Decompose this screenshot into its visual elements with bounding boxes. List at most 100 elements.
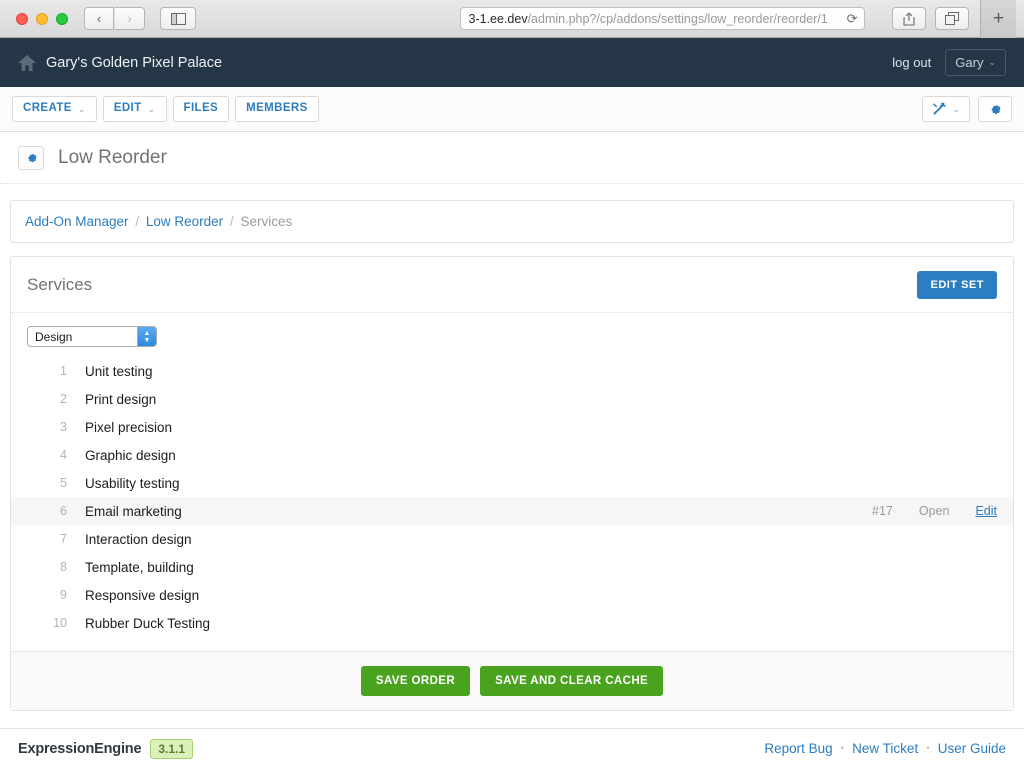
toolbar-members-label: MEMBERS bbox=[246, 102, 308, 115]
tabs-glyph bbox=[945, 12, 959, 25]
table-row[interactable]: 7 Interaction design bbox=[11, 525, 1013, 553]
page-title-bar: Low Reorder bbox=[0, 132, 1024, 184]
new-tab-button[interactable]: + bbox=[980, 0, 1016, 38]
report-bug-link[interactable]: Report Bug bbox=[764, 741, 832, 756]
row-number: 2 bbox=[60, 392, 67, 406]
reload-icon[interactable]: ⟳ bbox=[843, 11, 858, 27]
table-row[interactable]: 8 Template, building bbox=[11, 553, 1013, 581]
browser-chrome: ‹ › ① 3-1.ee.dev/admin.php?/cp/addons/se… bbox=[0, 0, 1024, 38]
row-number: 3 bbox=[60, 420, 67, 434]
toolbar-edit-button[interactable]: EDIT ⌄ bbox=[102, 96, 167, 122]
services-panel: Services EDIT SET Design ▲ ▼ 1 Unit test… bbox=[10, 256, 1014, 711]
user-menu[interactable]: Gary ⌄ bbox=[945, 49, 1006, 76]
breadcrumb-separator: / bbox=[135, 214, 140, 229]
breadcrumb: Add-On Manager / Low Reorder / Services bbox=[10, 200, 1014, 243]
row-number: 1 bbox=[60, 364, 67, 378]
toolbar-members-button[interactable]: MEMBERS bbox=[235, 96, 319, 122]
row-label: Email marketing bbox=[85, 503, 182, 519]
footer-separator: • bbox=[926, 743, 930, 754]
user-menu-label: Gary bbox=[955, 55, 984, 70]
row-label: Graphic design bbox=[85, 447, 176, 463]
row-number: 10 bbox=[53, 616, 67, 630]
app-footer: ExpressionEngine 3.1.1 Report Bug • New … bbox=[0, 728, 1024, 768]
set-select[interactable]: Design ▲ ▼ bbox=[27, 326, 157, 347]
gear-icon bbox=[991, 105, 1001, 114]
panel-title: Services bbox=[27, 275, 93, 294]
maximize-window-button[interactable] bbox=[56, 12, 68, 25]
forward-icon[interactable]: › bbox=[115, 7, 145, 30]
panel-footer: SAVE ORDER SAVE AND CLEAR CACHE bbox=[11, 651, 1013, 710]
table-row[interactable]: 5 Usability testing bbox=[11, 469, 1013, 497]
site-name: Gary's Golden Pixel Palace bbox=[46, 54, 223, 71]
breadcrumb-item-services: Services bbox=[240, 214, 293, 229]
table-row[interactable]: 9 Responsive design bbox=[11, 581, 1013, 609]
row-label: Usability testing bbox=[85, 475, 180, 491]
breadcrumb-separator: / bbox=[229, 214, 234, 229]
nav-buttons: ‹ › bbox=[84, 7, 146, 30]
settings-button[interactable] bbox=[978, 96, 1012, 122]
row-entry-id: #17 bbox=[872, 504, 893, 518]
table-row[interactable]: 2 Print design bbox=[11, 385, 1013, 413]
table-row[interactable]: 4 Graphic design bbox=[11, 441, 1013, 469]
breadcrumb-item-low-reorder[interactable]: Low Reorder bbox=[146, 214, 223, 229]
row-label: Interaction design bbox=[85, 531, 192, 547]
toolbar-right: ⌄ bbox=[922, 96, 1012, 122]
table-row[interactable]: 10 Rubber Duck Testing bbox=[11, 609, 1013, 637]
footer-links: Report Bug • New Ticket • User Guide bbox=[764, 741, 1006, 756]
table-row[interactable]: 3 Pixel precision bbox=[11, 413, 1013, 441]
row-number: 9 bbox=[60, 588, 67, 602]
reorder-list: 1 Unit testing 2 Print design 3 Pixel pr… bbox=[11, 353, 1013, 651]
page-gear-icon bbox=[18, 145, 44, 170]
show-tabs-icon[interactable] bbox=[935, 7, 969, 30]
row-meta: #17 Open Edit bbox=[872, 504, 997, 518]
logout-link[interactable]: log out bbox=[892, 55, 931, 70]
developer-tools-button[interactable]: ⌄ bbox=[922, 96, 970, 122]
row-label: Template, building bbox=[85, 559, 194, 575]
url-path: /admin.php?/cp/addons/settings/low_reord… bbox=[527, 11, 828, 26]
url-domain: 3-1.ee.dev bbox=[468, 11, 528, 26]
close-window-button[interactable] bbox=[16, 12, 28, 25]
row-number: 8 bbox=[60, 560, 67, 574]
wrench-icon bbox=[933, 102, 947, 115]
home-icon[interactable] bbox=[18, 54, 36, 71]
toolbar-files-button[interactable]: FILES bbox=[172, 96, 230, 122]
breadcrumb-item-addon-manager[interactable]: Add-On Manager bbox=[25, 214, 129, 229]
chevron-down-icon: ⌄ bbox=[988, 57, 996, 67]
chevron-up-glyph: ▲ bbox=[143, 329, 151, 337]
toolbar-edit-label: EDIT bbox=[113, 102, 142, 115]
table-row-active[interactable]: 6 Email marketing #17 Open Edit bbox=[11, 497, 1013, 525]
app-header: Gary's Golden Pixel Palace log out Gary … bbox=[0, 38, 1024, 87]
row-label: Print design bbox=[85, 391, 157, 407]
row-edit-link[interactable]: Edit bbox=[975, 504, 997, 518]
window-traffic-lights bbox=[16, 12, 68, 25]
toolbar-create-button[interactable]: CREATE ⌄ bbox=[12, 96, 97, 122]
panel-header: Services EDIT SET bbox=[11, 257, 1013, 313]
table-row[interactable]: 1 Unit testing bbox=[11, 357, 1013, 385]
chrome-right-buttons: + bbox=[884, 0, 1016, 38]
row-label: Unit testing bbox=[85, 363, 153, 379]
toolbar-create-label: CREATE bbox=[23, 102, 72, 115]
share-icon[interactable] bbox=[892, 7, 926, 30]
save-and-clear-cache-button[interactable]: SAVE AND CLEAR CACHE bbox=[480, 666, 664, 696]
back-icon[interactable]: ‹ bbox=[84, 7, 114, 30]
brand-name: ExpressionEngine bbox=[18, 740, 142, 757]
footer-separator: • bbox=[840, 743, 845, 754]
share-glyph bbox=[903, 12, 915, 26]
minimize-window-button[interactable] bbox=[36, 12, 48, 25]
main-content: Add-On Manager / Low Reorder / Services … bbox=[0, 184, 1024, 711]
row-label: Responsive design bbox=[85, 587, 200, 603]
user-guide-link[interactable]: User Guide bbox=[938, 741, 1006, 756]
url-input[interactable]: ① 3-1.ee.dev/admin.php?/cp/addons/settin… bbox=[459, 7, 865, 30]
chevron-down-icon: ⌄ bbox=[952, 103, 960, 114]
save-order-button[interactable]: SAVE ORDER bbox=[360, 666, 471, 696]
row-number: 4 bbox=[60, 448, 67, 462]
row-label: Rubber Duck Testing bbox=[85, 615, 211, 631]
new-ticket-link[interactable]: New Ticket bbox=[852, 741, 918, 756]
row-number: 5 bbox=[60, 476, 67, 490]
header-right: log out Gary ⌄ bbox=[892, 49, 1006, 76]
gear-icon bbox=[27, 154, 37, 163]
set-select-value: Design bbox=[35, 329, 73, 344]
edit-set-button[interactable]: EDIT SET bbox=[917, 271, 997, 299]
main-toolbar: CREATE ⌄ EDIT ⌄ FILES MEMBERS ⌄ bbox=[0, 87, 1024, 132]
sidebar-icon[interactable] bbox=[160, 7, 196, 30]
